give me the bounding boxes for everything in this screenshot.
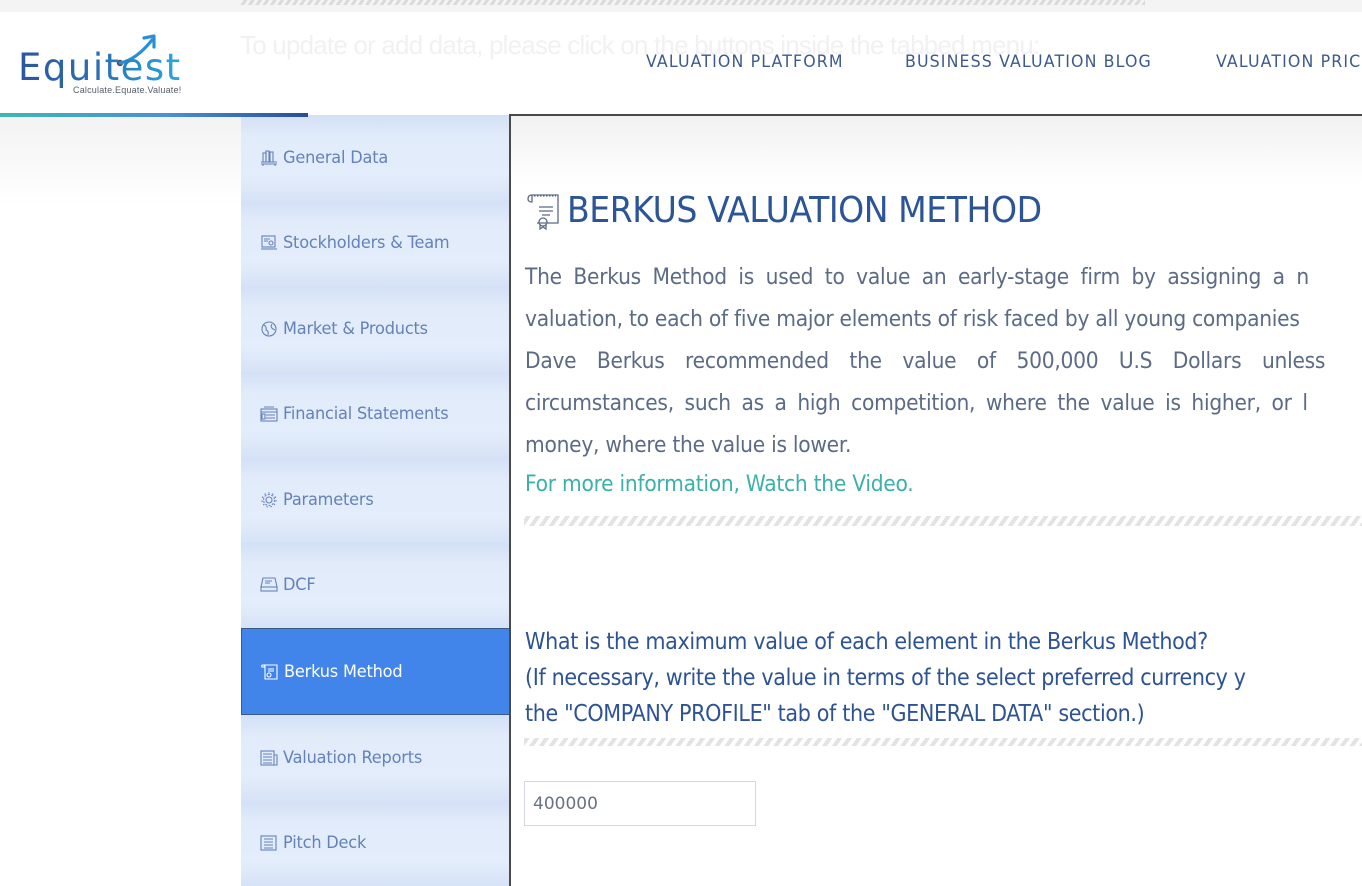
nav-business-valuation-blog[interactable]: BUSINESS VALUATION BLOG bbox=[905, 52, 1152, 72]
logo-tagline: Calculate.Equate.Valuate! bbox=[73, 85, 182, 95]
method-description: The Berkus Method is used to value an ea… bbox=[525, 256, 1362, 466]
inbox-tray-icon bbox=[259, 576, 279, 594]
books-icon bbox=[259, 149, 279, 167]
description-line: money, where the value is lower. bbox=[525, 432, 852, 458]
sidebar-item-pitch-deck[interactable]: Pitch Deck bbox=[241, 800, 509, 886]
sidebar-item-label: Market & Products bbox=[283, 318, 428, 339]
nav-valuation-pricing[interactable]: VALUATION PRIC bbox=[1216, 52, 1361, 72]
sidebar-item-stockholders-team[interactable]: Stockholders & Team bbox=[241, 200, 509, 286]
max-value-question: What is the maximum value of each elemen… bbox=[525, 624, 1362, 732]
sidebar-item-general-data[interactable]: General Data bbox=[241, 115, 509, 201]
gear-icon bbox=[259, 491, 279, 509]
sidebar-item-label: Pitch Deck bbox=[283, 833, 367, 854]
description-line: The Berkus Method is used to value an ea… bbox=[525, 264, 1309, 290]
sidebar-item-label: Berkus Method bbox=[284, 661, 403, 682]
statements-icon bbox=[259, 405, 279, 423]
section-divider bbox=[524, 516, 1362, 526]
sidebar-item-label: Parameters bbox=[283, 489, 374, 510]
watch-video-link[interactable]: For more information, Watch the Video. bbox=[525, 471, 914, 497]
section-heading: BERKUS VALUATION METHOD bbox=[525, 190, 1083, 231]
top-nav: VALUATION PLATFORM BUSINESS VALUATION BL… bbox=[646, 52, 1362, 72]
description-line: valuation, to each of five major element… bbox=[525, 306, 1300, 332]
document-list-icon bbox=[259, 834, 279, 852]
left-margin bbox=[0, 117, 241, 886]
header-accent-line bbox=[0, 113, 308, 117]
sidebar-item-berkus-method[interactable]: Berkus Method bbox=[241, 628, 509, 715]
sidebar-item-label: Valuation Reports bbox=[283, 747, 423, 768]
sidebar-item-label: Financial Statements bbox=[283, 404, 449, 425]
page-title: BERKUS VALUATION METHOD bbox=[567, 190, 1042, 231]
sidebar-item-label: General Data bbox=[283, 147, 389, 168]
sidebar-item-label: DCF bbox=[283, 575, 316, 596]
description-line: circumstances, such as a high competitio… bbox=[525, 390, 1308, 416]
report-icon bbox=[259, 749, 279, 767]
sidebar-item-parameters[interactable]: Parameters bbox=[241, 457, 509, 543]
sidebar-item-financial-statements[interactable]: Financial Statements bbox=[241, 371, 509, 457]
tab-menu-sidebar: General Data Stockholders & Team Market … bbox=[241, 115, 509, 886]
decorative-stripes bbox=[240, 0, 1145, 5]
globe-icon bbox=[259, 320, 279, 338]
certificate-scroll-icon bbox=[260, 663, 280, 681]
site-header: Equitest Calculate.Equate.Valuate! VALUA… bbox=[0, 12, 1362, 114]
sidebar-item-dcf[interactable]: DCF bbox=[241, 542, 509, 628]
sidebar-item-label: Stockholders & Team bbox=[283, 233, 450, 254]
sidebar-item-valuation-reports[interactable]: Valuation Reports bbox=[241, 715, 509, 801]
berkus-method-panel: BERKUS VALUATION METHOD The Berkus Metho… bbox=[511, 116, 1362, 886]
max-value-input[interactable] bbox=[524, 781, 756, 826]
nav-valuation-platform[interactable]: VALUATION PLATFORM bbox=[646, 52, 844, 72]
team-board-icon bbox=[259, 234, 279, 252]
logo-wordmark: Equitest bbox=[18, 46, 182, 89]
question-line: (If necessary, write the value in terms … bbox=[525, 665, 1246, 691]
certificate-scroll-icon bbox=[527, 193, 559, 230]
equitest-logo[interactable]: Equitest Calculate.Equate.Valuate! bbox=[18, 32, 198, 102]
sidebar-item-market-products[interactable]: Market & Products bbox=[241, 286, 509, 372]
question-line: the "COMPANY PROFILE" tab of the "GENERA… bbox=[525, 701, 1145, 727]
question-line: What is the maximum value of each elemen… bbox=[525, 629, 1208, 655]
description-line: Dave Berkus recommended the value of 500… bbox=[525, 348, 1326, 374]
top-strip bbox=[0, 0, 1362, 12]
question-divider bbox=[524, 738, 1362, 746]
